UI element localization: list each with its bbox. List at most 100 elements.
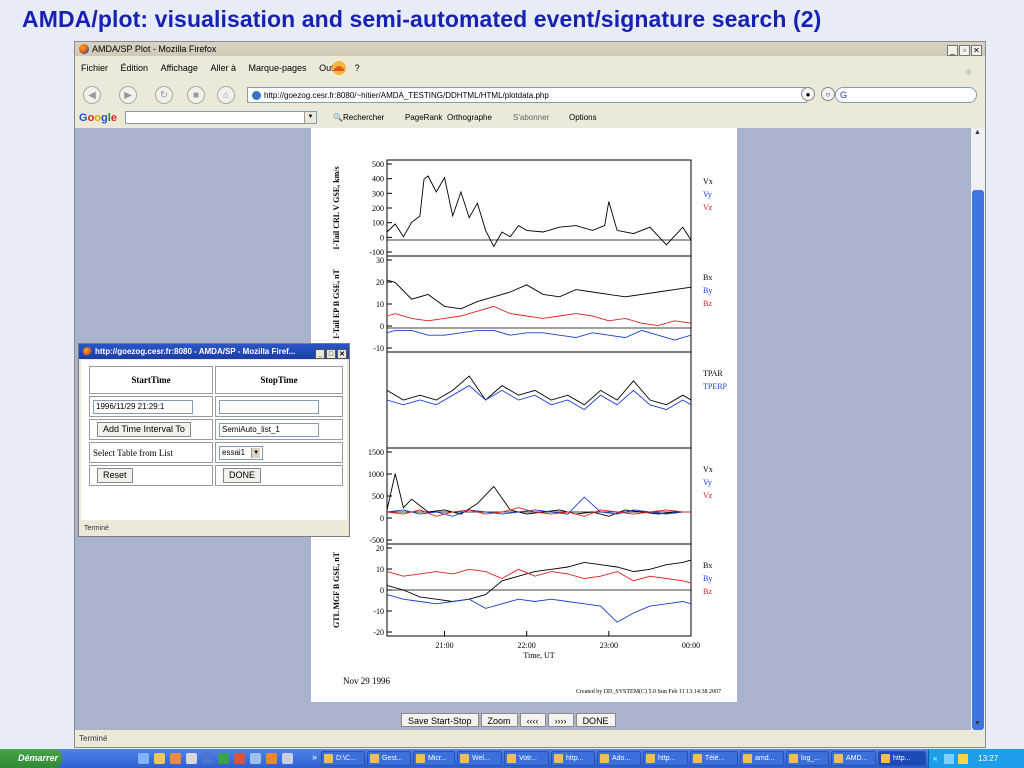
menu-aller-a[interactable]: Aller à bbox=[210, 63, 236, 73]
quicklaunch-mail-icon[interactable] bbox=[186, 753, 197, 764]
vertical-scrollbar[interactable]: ▲ ▼ bbox=[971, 128, 985, 730]
quicklaunch-powerpoint-icon[interactable] bbox=[234, 753, 245, 764]
scroll-down-icon[interactable]: ▼ bbox=[974, 720, 981, 727]
quicklaunch-vlc-icon[interactable] bbox=[266, 753, 277, 764]
x-tick-label: 23:00 bbox=[600, 641, 618, 650]
google-search-input[interactable]: ▼ bbox=[125, 111, 317, 124]
task-app-icon bbox=[460, 754, 469, 763]
home-button[interactable]: ⌂ bbox=[217, 86, 235, 104]
network-icon[interactable] bbox=[943, 753, 954, 764]
y-tick-label: 0 bbox=[380, 233, 384, 242]
task-app-icon bbox=[324, 754, 333, 763]
go-button[interactable]: ● bbox=[801, 87, 815, 101]
stop-cell bbox=[215, 396, 343, 417]
taskbar-task[interactable]: http... bbox=[551, 751, 595, 766]
taskbar-task[interactable]: Micr... bbox=[413, 751, 455, 766]
list-name-input[interactable]: SemiAuto_list_1 bbox=[219, 422, 319, 437]
task-app-icon bbox=[600, 754, 609, 763]
taskbar-task[interactable]: Ado... bbox=[597, 751, 641, 766]
quicklaunch-desktop-icon[interactable] bbox=[282, 753, 293, 764]
zoom-button[interactable]: Zoom bbox=[480, 713, 518, 727]
volume-icon[interactable] bbox=[957, 753, 968, 764]
task-app-icon bbox=[834, 754, 843, 763]
task-app-icon bbox=[554, 754, 563, 763]
quicklaunch-app-icon[interactable] bbox=[250, 753, 261, 764]
menu-marque-pages[interactable]: Marque-pages bbox=[249, 63, 307, 73]
google-search-button[interactable]: 🔍Rechercher bbox=[333, 110, 384, 126]
menu-help[interactable]: ? bbox=[355, 63, 360, 73]
menu-edition[interactable]: Édition bbox=[121, 63, 149, 73]
search-field[interactable]: G bbox=[835, 87, 977, 103]
panel-frame bbox=[386, 447, 692, 545]
reset-button[interactable]: Reset bbox=[97, 468, 133, 483]
firefox-icon bbox=[83, 347, 92, 356]
task-label: http... bbox=[893, 755, 911, 762]
add-time-interval-button[interactable]: Add Time Interval To bbox=[97, 422, 191, 437]
popup-minimize-button[interactable]: _ bbox=[315, 349, 325, 359]
taskbar-task[interactable]: Wel... bbox=[457, 751, 502, 766]
taskbar-task[interactable]: log_... bbox=[786, 751, 829, 766]
table-select[interactable]: essai1 ▼ bbox=[219, 445, 264, 460]
task-label: amd... bbox=[755, 755, 775, 762]
menu-fichier[interactable]: Fichier bbox=[81, 63, 108, 73]
taskbar-task[interactable]: Télé... bbox=[690, 751, 738, 766]
quicklaunch-ie-icon[interactable] bbox=[138, 753, 149, 764]
scroll-up-icon[interactable]: ▲ bbox=[974, 129, 981, 136]
y-tick-label: 1500 bbox=[368, 448, 384, 457]
tray-expand-icon[interactable]: « bbox=[933, 754, 937, 763]
taskbar-task[interactable]: D:\C... bbox=[321, 751, 365, 766]
scrollbar-thumb[interactable] bbox=[972, 190, 984, 730]
pagerank-button[interactable]: PageRank bbox=[405, 110, 442, 126]
time-interval-popup: http://goezog.cesr.fr:8080 - AMDA/SP - M… bbox=[78, 343, 350, 537]
sabonner-button[interactable]: S'abonner bbox=[513, 110, 549, 126]
quicklaunch-excel-icon[interactable] bbox=[218, 753, 229, 764]
start-button[interactable]: Démarrer bbox=[0, 749, 62, 768]
y-tick-label: 0 bbox=[380, 514, 384, 523]
popup-done-button[interactable]: DONE bbox=[223, 468, 262, 483]
quicklaunch-firefox-icon[interactable] bbox=[170, 753, 181, 764]
back-button[interactable]: ◀ bbox=[83, 86, 101, 104]
orthographe-button[interactable]: Orthographe bbox=[447, 110, 492, 126]
task-label: Micr... bbox=[428, 755, 447, 762]
col-header-start: StartTime bbox=[89, 366, 213, 394]
stop-time-input[interactable] bbox=[219, 399, 319, 414]
taskbar-task[interactable]: Gest... bbox=[367, 751, 411, 766]
taskbar-task[interactable]: amd... bbox=[740, 751, 784, 766]
maximize-button[interactable]: ▫ bbox=[959, 45, 970, 56]
save-start-stop-button[interactable]: Save Start-Stop bbox=[401, 713, 479, 727]
menu-affichage[interactable]: Affichage bbox=[161, 63, 198, 73]
url-field[interactable]: http://goezog.cesr.fr:8080/~hitier/AMDA_… bbox=[247, 87, 807, 103]
prev-button[interactable]: ‹‹‹‹ bbox=[519, 713, 546, 727]
done-button[interactable]: DONE bbox=[575, 713, 616, 727]
start-time-input[interactable]: 1996/11/29 21:29:1 bbox=[93, 399, 193, 414]
task-app-icon bbox=[507, 754, 516, 763]
close-button[interactable]: ✕ bbox=[971, 45, 982, 56]
google-logo[interactable]: Google bbox=[79, 110, 117, 126]
chevron-down-icon[interactable]: ▼ bbox=[304, 112, 316, 123]
system-tray: « 13:27 bbox=[928, 749, 1024, 768]
popup-maximize-button[interactable]: □ bbox=[326, 349, 336, 359]
taskbar-task[interactable]: Votr... bbox=[504, 751, 549, 766]
minimize-button[interactable]: _ bbox=[947, 45, 958, 56]
y-tick-label: -10 bbox=[373, 607, 384, 616]
taskbar-task[interactable]: AMD... bbox=[831, 751, 876, 766]
taskbar-overflow-icon[interactable]: » bbox=[312, 752, 317, 762]
y-tick-label: -20 bbox=[373, 628, 384, 637]
quicklaunch-word-icon[interactable] bbox=[202, 753, 213, 764]
y-tick-label: 100 bbox=[372, 219, 384, 228]
taskbar-task[interactable]: http... bbox=[878, 751, 926, 766]
go-alt-button[interactable]: ○ bbox=[821, 87, 835, 101]
taskbar-task[interactable]: http... bbox=[643, 751, 688, 766]
task-app-icon bbox=[693, 754, 702, 763]
reload-button[interactable]: ↻ bbox=[155, 86, 173, 104]
select-label-cell: Select Table from List bbox=[89, 442, 213, 463]
options-button[interactable]: Options bbox=[569, 110, 597, 126]
next-button[interactable]: ›››› bbox=[547, 713, 574, 727]
quicklaunch-folder-icon[interactable] bbox=[154, 753, 165, 764]
start-cell: 1996/11/29 21:29:1 bbox=[89, 396, 213, 417]
forward-button[interactable]: ▶ bbox=[119, 86, 137, 104]
stop-button[interactable]: ■ bbox=[187, 86, 205, 104]
series-line bbox=[386, 305, 692, 327]
task-app-icon bbox=[789, 754, 798, 763]
popup-close-button[interactable]: ✕ bbox=[337, 349, 347, 359]
